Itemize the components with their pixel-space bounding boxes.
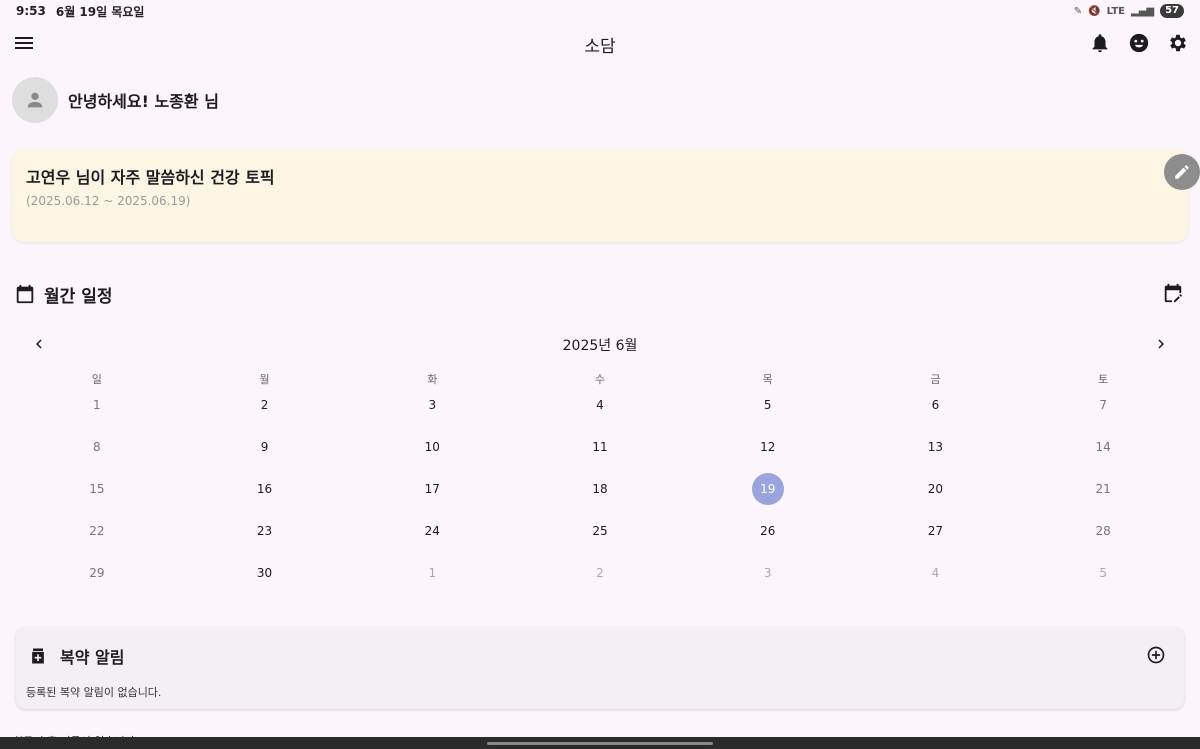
greeting: 안녕하세요! 노종환 님 [12,77,219,123]
calendar-day[interactable]: 11 [516,426,684,468]
calendar-day-next-month[interactable]: 4 [852,552,1020,594]
battery-badge: 57 [1160,4,1184,18]
home-handle[interactable] [487,742,713,745]
topic-title: 고연우 님이 자주 말씀하신 건강 토픽 [26,168,275,187]
network-label: LTE [1106,5,1125,17]
monthly-schedule-header: 월간 일정 [14,281,1184,307]
greeting-text: 안녕하세요! 노종환 님 [68,92,219,111]
appbar-actions [1088,31,1190,55]
calendar-month-label: 2025년 6월 [562,338,638,354]
calendar-day[interactable]: 21 [1019,468,1187,510]
health-topic-card[interactable]: 고연우 님이 자주 말씀하신 건강 토픽 (2025.06.12 ~ 2025.… [12,150,1188,242]
calendar-day[interactable]: 20 [852,468,1020,510]
calendar-day-next-month[interactable]: 3 [684,552,852,594]
mute-icon: 🔇 [1088,5,1101,17]
calendar-day[interactable]: 7 [1019,384,1187,426]
app-title: 소담 [584,37,616,57]
calendar-day[interactable]: 25 [516,510,684,552]
calendar-day[interactable]: 28 [1019,510,1187,552]
medication-icon [32,648,44,664]
calendar-day[interactable]: 29 [13,552,181,594]
calendar-day[interactable]: 30 [181,552,349,594]
calendar-day[interactable]: 15 [13,468,181,510]
smiley-icon[interactable] [1127,31,1151,55]
calendar-day[interactable]: 13 [852,426,1020,468]
pencil-icon [1175,165,1189,179]
pen-icon: ✎ [1073,5,1083,17]
calendar-day[interactable]: 1 [13,384,181,426]
calendar-day[interactable]: 23 [181,510,349,552]
topic-date-range: (2025.06.12 ~ 2025.06.19) [26,194,191,208]
medication-header: 복약 알림 [28,644,124,668]
status-time: 9:53 [16,4,46,18]
app-bar: 소담 [0,24,1200,62]
calendar-edit-icon[interactable] [1162,282,1184,308]
calendar-day[interactable]: 26 [684,510,852,552]
bell-icon[interactable] [1088,31,1112,55]
section-title: 월간 일정 [44,286,113,307]
status-bar: 9:53 6월 19일 목요일 ✎ 🔇 LTE ▂▄▆ 57 [0,0,1200,22]
medication-title: 복약 알림 [60,648,125,667]
avatar[interactable] [12,77,58,123]
calendar-day-next-month[interactable]: 5 [1019,552,1187,594]
calendar-day[interactable]: 17 [348,468,516,510]
calendar-day[interactable]: 27 [852,510,1020,552]
calendar-day-today[interactable]: 19 [684,468,852,510]
system-nav-bar [0,737,1200,749]
calendar-day[interactable]: 8 [13,426,181,468]
calendar-day[interactable]: 12 [684,426,852,468]
calendar-icon [16,284,34,304]
calendar-day[interactable]: 6 [852,384,1020,426]
calendar-day[interactable]: 22 [13,510,181,552]
medication-empty-text: 등록된 복약 알림이 없습니다. [26,686,162,699]
calendar-days-grid: 1 2 3 4 5 6 7 8 9 10 11 12 13 14 15 16 1… [13,384,1187,594]
calendar-day[interactable]: 18 [516,468,684,510]
add-medication-button[interactable] [1146,645,1166,669]
calendar-day[interactable]: 24 [348,510,516,552]
calendar-header: 2025년 6월 [26,333,1174,355]
calendar-day[interactable]: 3 [348,384,516,426]
status-icons: ✎ 🔇 LTE ▂▄▆ 57 [1074,4,1184,18]
calendar-day[interactable]: 5 [684,384,852,426]
calendar-day-next-month[interactable]: 2 [516,552,684,594]
calendar-day[interactable]: 2 [181,384,349,426]
medication-card: 복약 알림 등록된 복약 알림이 없습니다. [16,627,1184,709]
calendar-day[interactable]: 16 [181,468,349,510]
calendar-day[interactable]: 4 [516,384,684,426]
add-circle-icon [1147,646,1165,664]
person-icon [27,92,43,108]
calendar-day-next-month[interactable]: 1 [348,552,516,594]
edit-topic-button[interactable] [1164,154,1200,190]
status-date: 6월 19일 목요일 [55,4,145,19]
calendar-day[interactable]: 14 [1019,426,1187,468]
calendar-day[interactable]: 9 [181,426,349,468]
calendar-day[interactable]: 10 [348,426,516,468]
gear-icon[interactable] [1166,31,1190,55]
chevron-right-icon[interactable] [1152,335,1170,357]
signal-icon: ▂▄▆ [1131,5,1155,17]
